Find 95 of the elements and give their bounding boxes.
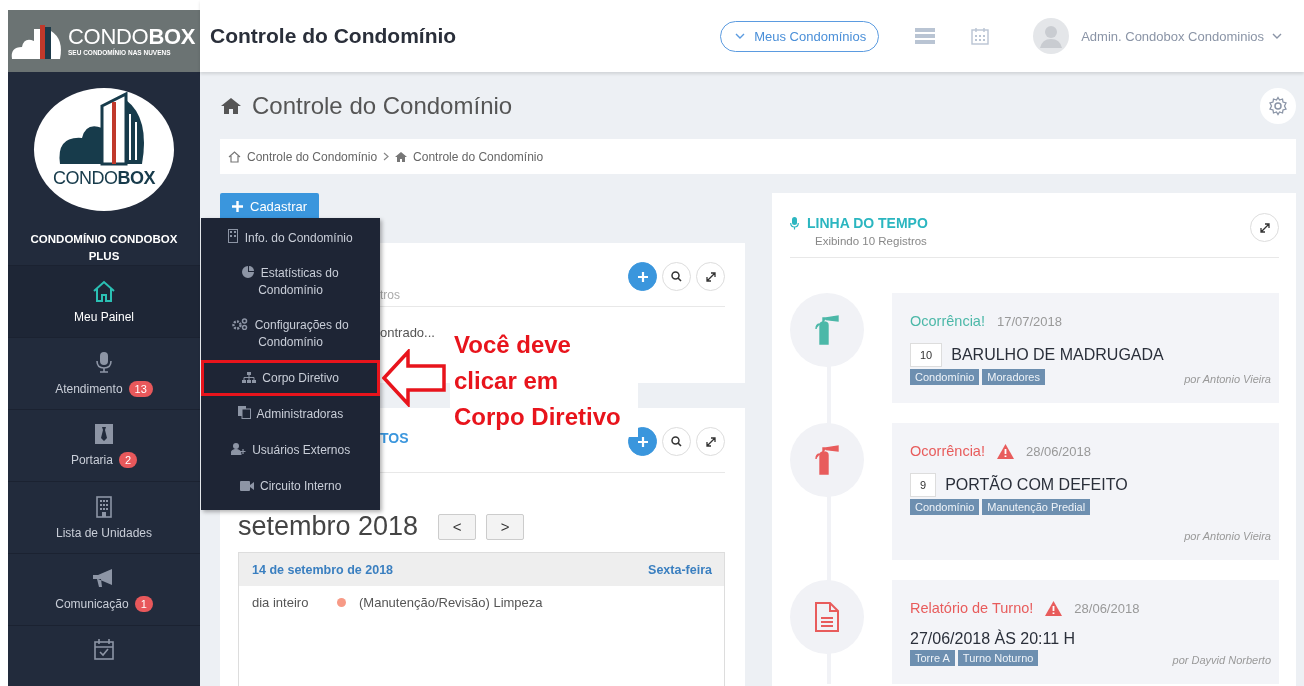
day-date: 14 de setembro de 2018 bbox=[252, 562, 394, 577]
entry-tag: Turno Noturno bbox=[957, 650, 1039, 666]
plus-icon bbox=[637, 436, 648, 447]
sidebar-item-label: Lista de Unidades bbox=[55, 525, 153, 540]
entry-date: 28/06/2018 bbox=[1025, 443, 1092, 459]
entry-heading: PORTÃO COM DEFEITO bbox=[945, 476, 1128, 494]
org-chart-icon bbox=[242, 371, 256, 383]
gears-icon bbox=[232, 318, 249, 330]
home-icon bbox=[92, 279, 116, 302]
my-condos-button[interactable]: Meus Condomínios bbox=[720, 20, 880, 52]
sidebar-item-label: Comunicação bbox=[55, 596, 129, 611]
caret-icon[interactable] bbox=[1272, 33, 1282, 39]
panel-subtitle: tros bbox=[380, 288, 400, 304]
menu-item[interactable]: Info. do Condomínio bbox=[201, 220, 380, 256]
breadcrumb-item: Controle do Condomínio bbox=[413, 149, 544, 164]
entry-author: por Antonio Vieira bbox=[1183, 530, 1271, 542]
server-icon[interactable] bbox=[915, 28, 936, 44]
sidebar-item-label: Portaria bbox=[70, 452, 113, 467]
entry-tag: Manutenção Predial bbox=[982, 499, 1091, 515]
entry-author: por Antonio Vieira bbox=[1184, 373, 1271, 385]
entry-heading: 27/06/2018 ÀS 20:11 H bbox=[910, 630, 1076, 648]
avatar-silhouette-icon[interactable] bbox=[1033, 18, 1070, 54]
search-button[interactable] bbox=[662, 427, 691, 456]
add-button[interactable] bbox=[628, 262, 657, 291]
event-time: dia inteiro bbox=[252, 595, 310, 610]
search-button[interactable] bbox=[662, 262, 691, 291]
home-outline-icon bbox=[228, 150, 241, 163]
count-badge: 1 bbox=[134, 595, 153, 612]
entry-type: Ocorrência! bbox=[910, 443, 985, 459]
calendar-check-icon bbox=[94, 638, 114, 660]
sidebar-item-label: Meu Painel bbox=[73, 309, 134, 324]
calendar-icon[interactable] bbox=[971, 27, 990, 45]
home-icon bbox=[220, 96, 242, 115]
previous-button[interactable]: < bbox=[438, 513, 477, 540]
sidebar-item[interactable]: Portaria 2 bbox=[8, 409, 200, 481]
next-button[interactable]: > bbox=[486, 513, 525, 540]
entry-date: 28/06/2018 bbox=[1074, 600, 1140, 616]
settings-icon bbox=[1268, 95, 1288, 116]
logo-wordmark: CONDOBOX bbox=[53, 168, 155, 189]
chevron-down-icon bbox=[735, 33, 746, 39]
menu-item[interactable]: Usuários Externos bbox=[201, 432, 380, 468]
sidebar-item-label: Atendimento bbox=[55, 381, 123, 396]
entry-tag: Condomínio bbox=[910, 369, 980, 385]
header-title: Controle do Condomínio bbox=[210, 24, 457, 48]
entry-number: 9 bbox=[910, 473, 937, 497]
menu-item[interactable]: Estatísticas do Condomínio bbox=[201, 256, 380, 308]
search-icon bbox=[671, 271, 682, 282]
entry-type: Relatório de Turno! bbox=[910, 600, 1034, 616]
expand-icon bbox=[705, 271, 716, 282]
entry-author: por Dayvid Norberto bbox=[1172, 654, 1271, 666]
expand-button[interactable] bbox=[1250, 213, 1279, 242]
plus-icon bbox=[232, 201, 243, 212]
settings-button[interactable] bbox=[1260, 87, 1296, 124]
chevron-right-icon bbox=[383, 152, 390, 161]
breadcrumb-link[interactable]: Controle do Condomínio bbox=[247, 149, 378, 164]
count-badge: 13 bbox=[128, 380, 153, 397]
building-icon bbox=[228, 229, 239, 243]
menu-item[interactable]: Administradoras bbox=[201, 396, 380, 432]
condo-name: CONDOMÍNIO CONDOBOX PLUS bbox=[29, 232, 179, 264]
brand-name: CONDOBOX bbox=[68, 25, 196, 49]
day-weekday: Sexta-feira bbox=[648, 562, 712, 577]
count-badge: 2 bbox=[118, 451, 138, 468]
entry-date: 17/07/2018 bbox=[996, 313, 1063, 329]
panel-title: TOS bbox=[380, 430, 409, 448]
microphone-icon bbox=[790, 216, 799, 230]
entry-tag: Moradores bbox=[982, 369, 1045, 385]
event-title[interactable]: (Manutenção/Revisão) Limpeza bbox=[359, 595, 543, 610]
add-user-icon bbox=[230, 442, 246, 455]
expand-button[interactable] bbox=[696, 427, 725, 456]
plus-icon bbox=[637, 271, 648, 282]
expand-button[interactable] bbox=[696, 262, 725, 291]
entry-tag: Torre A bbox=[910, 650, 955, 666]
copy-icon bbox=[237, 405, 251, 419]
panel-text: ontrado... bbox=[380, 325, 436, 340]
search-icon bbox=[671, 436, 682, 447]
page-title: Controle do Condomínio bbox=[252, 91, 513, 120]
entry-heading: BARULHO DE MADRUGADA bbox=[951, 346, 1164, 364]
building-icon bbox=[96, 495, 112, 518]
entry-tag: Condomínio bbox=[910, 499, 980, 515]
sidebar-item[interactable]: Meu Painel bbox=[8, 265, 200, 337]
timeline-subtitle: Exibindo 10 Registros bbox=[815, 235, 928, 247]
expand-icon bbox=[705, 436, 716, 447]
microphone-icon bbox=[96, 350, 112, 373]
pie-chart-icon bbox=[242, 266, 255, 278]
tie-icon bbox=[95, 423, 113, 444]
menu-item[interactable]: Corpo Diretivo bbox=[201, 360, 380, 396]
calendar-month: setembro 2018 bbox=[238, 511, 419, 542]
video-camera-icon bbox=[239, 480, 254, 491]
home-icon bbox=[395, 151, 408, 162]
menu-item[interactable]: Circuito Interno bbox=[201, 468, 380, 504]
timeline-title: LINHA DO TEMPO bbox=[807, 215, 928, 231]
entry-type: Ocorrência! bbox=[910, 313, 985, 329]
expand-icon bbox=[1259, 222, 1270, 233]
entry-number: 10 bbox=[910, 343, 943, 367]
menu-item[interactable]: Configurações do Condomínio bbox=[201, 308, 380, 360]
